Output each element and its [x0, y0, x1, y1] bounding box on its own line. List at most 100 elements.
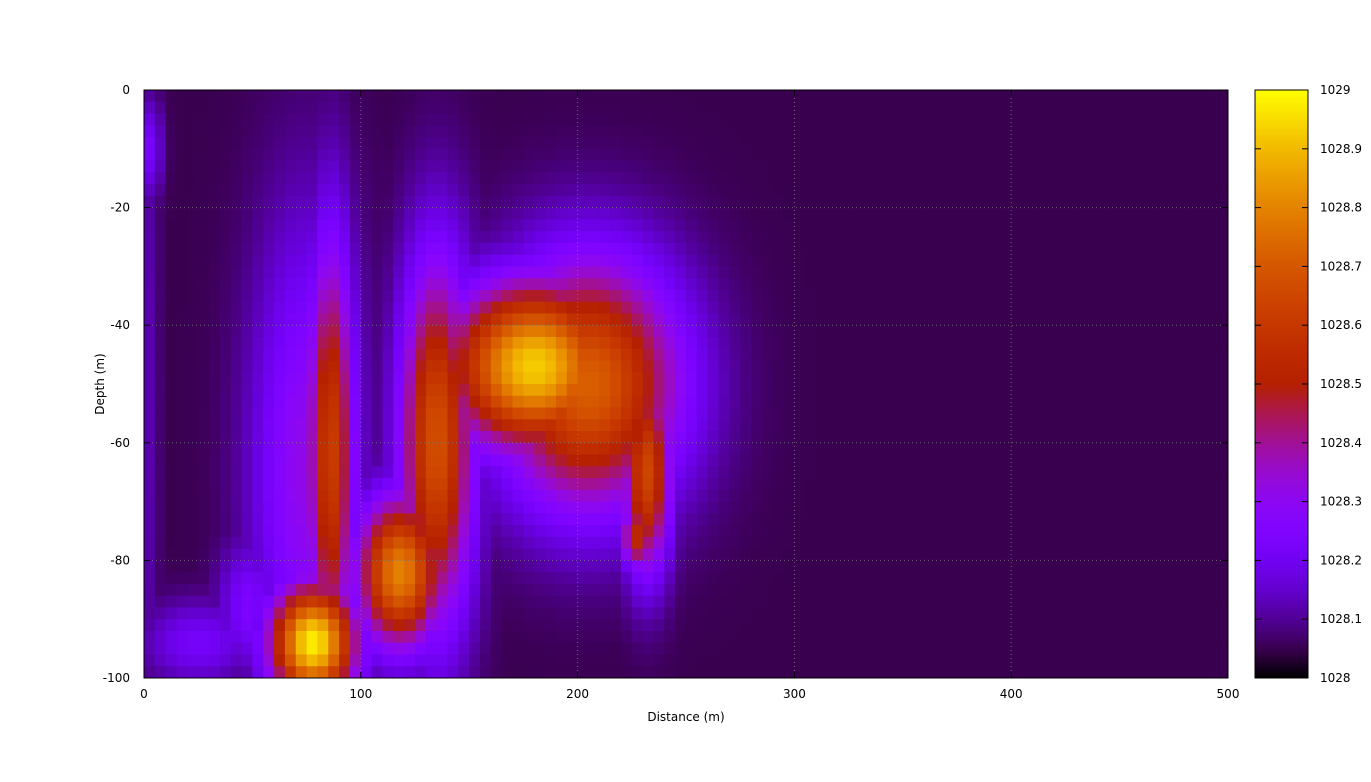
heatmap-cell: [198, 536, 210, 550]
heatmap-cell: [740, 242, 752, 256]
heatmap-cell: [859, 90, 871, 103]
heatmap-cell: [393, 101, 405, 115]
heatmap-cell: [230, 513, 243, 526]
heatmap-cell: [1022, 583, 1034, 597]
heatmap-cell: [447, 148, 459, 162]
heatmap-cell: [631, 525, 644, 538]
heatmap-cell: [837, 407, 850, 420]
heatmap-cell: [241, 407, 253, 420]
heatmap-cell: [284, 372, 297, 385]
heatmap-cell: [328, 536, 340, 550]
heatmap-cell: [1011, 478, 1023, 491]
heatmap-cell: [588, 184, 600, 197]
heatmap-cell: [1162, 195, 1175, 209]
heatmap-cell: [360, 642, 373, 656]
heatmap-cell: [675, 454, 687, 467]
heatmap-cell: [675, 90, 687, 103]
heatmap-cell: [653, 172, 665, 185]
heatmap-cell: [1011, 101, 1023, 115]
heatmap-cell: [935, 125, 947, 138]
heatmap-cell: [761, 619, 774, 632]
heatmap-cell: [1065, 560, 1077, 573]
heatmap-cell: [425, 384, 438, 397]
heatmap-cell: [382, 266, 394, 279]
heatmap-cell: [404, 466, 416, 479]
heatmap-cell: [209, 595, 221, 609]
heatmap-cell: [1087, 607, 1099, 620]
heatmap-cell: [219, 289, 232, 303]
heatmap-cell: [848, 548, 861, 561]
heatmap-cell: [924, 654, 936, 667]
heatmap-cell: [306, 160, 319, 173]
heatmap-cell: [664, 137, 676, 150]
heatmap-cell: [946, 630, 958, 644]
heatmap-cell: [946, 666, 958, 678]
heatmap-cell: [230, 101, 243, 115]
heatmap-cell: [1217, 607, 1228, 620]
heatmap-cell: [761, 454, 774, 467]
heatmap-cell: [696, 219, 709, 232]
heatmap-cell: [772, 536, 785, 550]
heatmap-cell: [881, 384, 893, 397]
heatmap-cell: [902, 301, 915, 315]
heatmap-cell: [1206, 666, 1218, 678]
heatmap-cell: [1173, 184, 1186, 197]
heatmap-cell: [1043, 431, 1056, 444]
heatmap-cell: [1065, 607, 1077, 620]
heatmap-cell: [1065, 501, 1077, 514]
heatmap-cell: [219, 431, 232, 444]
heatmap-cell: [772, 583, 785, 597]
heatmap-cell: [631, 195, 644, 209]
heatmap-cell: [480, 466, 492, 479]
heatmap-cell: [447, 372, 459, 385]
heatmap-cell: [241, 431, 253, 444]
heatmap-cell: [837, 113, 850, 126]
heatmap-cell: [317, 101, 329, 115]
heatmap-cell: [631, 101, 644, 115]
heatmap-cell: [566, 583, 579, 597]
heatmap-cell: [967, 313, 980, 326]
heatmap-cell: [187, 560, 199, 573]
heatmap-cell: [436, 372, 449, 385]
heatmap-cell: [751, 560, 763, 573]
heatmap-cell: [534, 195, 546, 209]
heatmap-cell: [545, 336, 557, 350]
heatmap-cell: [241, 513, 253, 526]
heatmap-cell: [577, 266, 590, 279]
heatmap-cell: [1184, 407, 1197, 420]
heatmap-cell: [1173, 407, 1186, 420]
heatmap-cell: [198, 654, 210, 667]
heatmap-cell: [555, 101, 568, 115]
heatmap-cell: [891, 407, 904, 420]
heatmap-cell: [295, 160, 308, 173]
heatmap-cell: [1076, 419, 1088, 432]
heatmap-cell: [1054, 572, 1066, 585]
heatmap-cell: [588, 289, 600, 303]
heatmap-cell: [891, 172, 904, 185]
heatmap-cell: [740, 666, 752, 678]
heatmap-cell: [1217, 137, 1228, 150]
heatmap-cell: [881, 101, 893, 115]
heatmap-cell: [490, 642, 503, 656]
heatmap-cell: [675, 666, 687, 678]
heatmap-cell: [1130, 254, 1142, 267]
heatmap-cell: [859, 501, 871, 514]
heatmap-cell: [404, 313, 416, 326]
heatmap-cell: [783, 160, 795, 173]
heatmap-cell: [241, 630, 253, 644]
heatmap-cell: [1108, 642, 1121, 656]
heatmap-cell: [154, 619, 167, 632]
heatmap-cell: [198, 313, 210, 326]
heatmap-cell: [859, 666, 871, 678]
heatmap-cell: [751, 325, 763, 338]
heatmap-cell: [393, 525, 405, 538]
heatmap-cell: [371, 431, 384, 444]
heatmap-cell: [1108, 654, 1121, 667]
heatmap-cell: [252, 548, 264, 561]
heatmap-cell: [501, 607, 514, 620]
heatmap-cell: [545, 219, 557, 232]
heatmap-cell: [1087, 478, 1099, 491]
heatmap-cell: [902, 466, 915, 479]
heatmap-cell: [957, 360, 969, 373]
heatmap-cell: [1011, 384, 1023, 397]
